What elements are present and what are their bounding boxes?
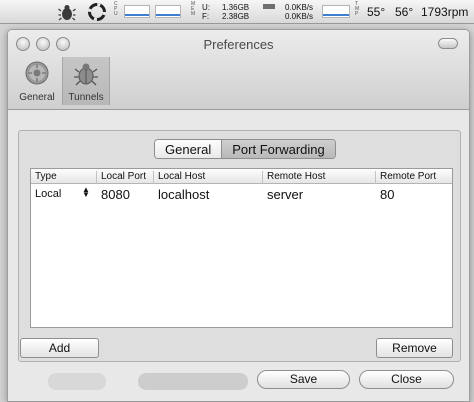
network-up: 0.0KB/s: [285, 3, 314, 12]
table-row[interactable]: Local ▲ ▼ 8080 localhost server 80: [31, 185, 452, 203]
cell-type[interactable]: Local: [31, 188, 61, 200]
tab-port-forwarding[interactable]: Port Forwarding: [221, 140, 335, 158]
memory-free-value: 2.38GB: [222, 12, 250, 21]
gear-icon: [25, 61, 49, 85]
temperature-2: 56°: [395, 5, 414, 19]
cpu-label: CPU: [114, 1, 118, 17]
network-down: 0.0KB/s: [285, 12, 314, 21]
cpu-graph-2[interactable]: [155, 5, 181, 18]
temperature-1: 55°: [367, 5, 386, 19]
tab-view: General Port Forwarding Type Local Port …: [18, 130, 461, 362]
preferences-window: Preferences General Tunnels General Port…: [7, 29, 470, 402]
toolbar-general-label: General: [19, 92, 55, 103]
port-forwarding-table: Type Local Port Local Host Remote Host R…: [30, 168, 453, 328]
toolbar-toggle-button[interactable]: [438, 38, 458, 49]
menu-bar: CPU MEM U: 1.36GB F: 2.38GB 0.0KB/s 0.0K…: [0, 0, 474, 24]
memory-bar: [263, 4, 275, 9]
type-stepper-icon[interactable]: ▲ ▼: [82, 186, 90, 199]
column-type[interactable]: Type: [31, 171, 97, 184]
cell-local-port[interactable]: 8080: [97, 187, 130, 202]
remove-button[interactable]: Remove: [376, 338, 453, 358]
memory-used-label: U:: [202, 3, 210, 12]
column-local-host[interactable]: Local Host: [154, 171, 263, 184]
background-ghost-field: [138, 373, 248, 390]
window-content: General Port Forwarding Type Local Port …: [8, 111, 469, 401]
tab-general[interactable]: General: [155, 140, 222, 158]
add-button[interactable]: Add: [20, 338, 99, 358]
memory-label: MEM: [191, 1, 196, 17]
memory-free-label: F:: [202, 12, 210, 21]
tab-selector: General Port Forwarding: [154, 139, 336, 159]
save-button[interactable]: Save: [257, 370, 350, 389]
toolbar-general[interactable]: General: [14, 57, 60, 105]
cell-remote-port[interactable]: 80: [376, 187, 394, 202]
cell-local-host[interactable]: localhost: [154, 187, 209, 202]
column-remote-host[interactable]: Remote Host: [263, 171, 376, 184]
lifebuoy-icon[interactable]: [88, 3, 106, 21]
toolbar-tunnels[interactable]: Tunnels: [62, 57, 110, 105]
background-ghost-button: [48, 373, 106, 390]
column-remote-port[interactable]: Remote Port: [376, 171, 454, 184]
bug-icon: [74, 63, 98, 86]
toolbar-tunnels-label: Tunnels: [68, 92, 104, 103]
column-local-port[interactable]: Local Port: [97, 171, 154, 184]
network-graph[interactable]: [322, 5, 350, 18]
title-bar: Preferences General Tunnels: [8, 30, 469, 110]
memory-used-value: 1.36GB: [222, 3, 250, 12]
temperature-label: TMP: [355, 1, 360, 17]
fan-speed: 1793rpm: [421, 5, 469, 19]
bug-icon[interactable]: [58, 3, 76, 21]
cpu-graph-1[interactable]: [124, 5, 150, 18]
window-title: Preferences: [203, 37, 274, 52]
table-header: Type Local Port Local Host Remote Host R…: [31, 169, 452, 184]
cell-remote-host[interactable]: server: [263, 187, 303, 202]
close-button[interactable]: Close: [359, 370, 454, 389]
